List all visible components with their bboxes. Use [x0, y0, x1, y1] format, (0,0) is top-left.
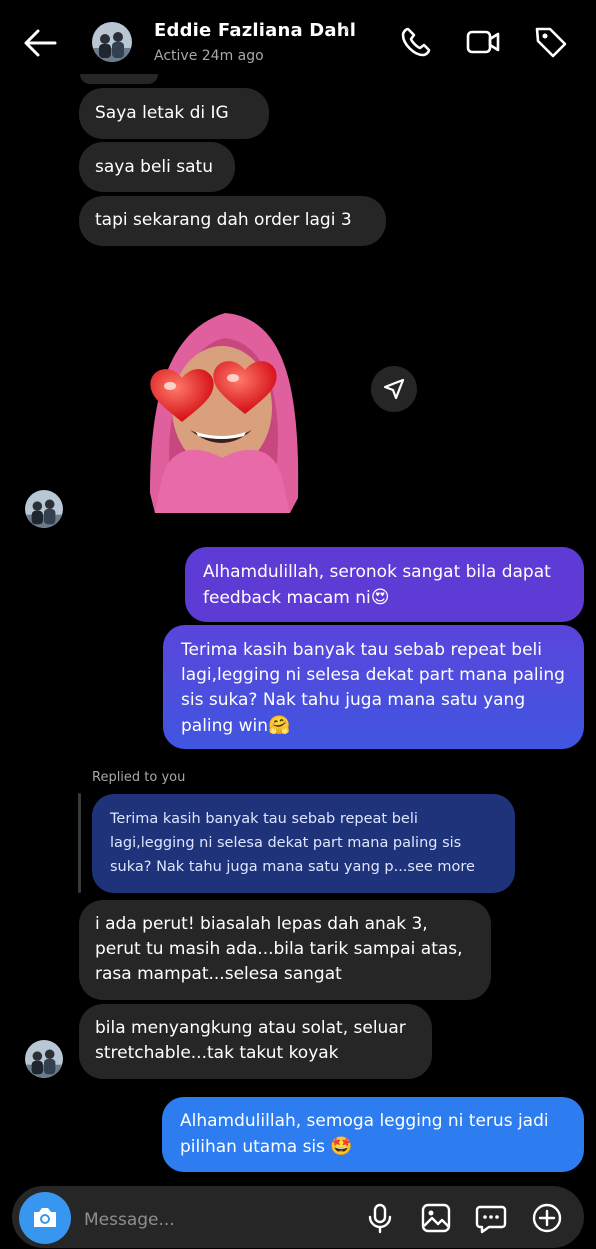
sticker-chat-icon[interactable] — [475, 1202, 507, 1234]
add-icon[interactable] — [531, 1202, 563, 1234]
microphone-icon[interactable] — [364, 1202, 396, 1234]
chevron-right-icon[interactable]: › — [343, 20, 350, 40]
gallery-icon[interactable] — [420, 1202, 452, 1234]
incoming-message[interactable]: bila menyangkung atau solat, seluar stre… — [79, 1004, 432, 1079]
message-text: Terima kasih banyak tau sebab repeat bel… — [181, 640, 565, 736]
outgoing-message[interactable]: Alhamdulillah, seronok sangat bila dapat… — [185, 547, 584, 622]
message-text: i ada perut! biasalah lepas dah anak 3, … — [95, 914, 463, 984]
video-camera-icon[interactable] — [465, 24, 501, 60]
reply-indicator-bar — [78, 793, 81, 893]
paper-plane-icon — [383, 378, 405, 400]
tag-icon[interactable] — [533, 24, 569, 60]
quoted-message[interactable]: Terima kasih banyak tau sebab repeat bel… — [92, 794, 515, 893]
quoted-text: Terima kasih banyak tau sebab repeat bel… — [110, 811, 475, 875]
heart-eyes-emoji: 😍 — [370, 587, 390, 608]
chat-header: Eddie Fazliana Dahl › Active 24m ago — [0, 0, 596, 84]
active-status: Active 24m ago — [154, 48, 264, 64]
outgoing-message[interactable]: Terima kasih banyak tau sebab repeat bel… — [163, 625, 584, 749]
memoji-sticker[interactable] — [140, 308, 305, 513]
back-arrow-icon[interactable] — [22, 26, 58, 60]
outgoing-message[interactable]: Alhamdulillah, semoga legging ni terus j… — [162, 1097, 584, 1172]
contact-name[interactable]: Eddie Fazliana Dahl — [154, 20, 356, 41]
incoming-message[interactable]: saya beli satu — [79, 142, 235, 192]
sender-avatar[interactable] — [25, 1040, 63, 1078]
phone-icon[interactable] — [398, 24, 434, 60]
contact-avatar[interactable] — [92, 22, 132, 62]
message-text: saya beli satu — [95, 157, 213, 177]
message-text: tapi sekarang dah order lagi 3 — [95, 210, 352, 230]
camera-button[interactable] — [19, 1192, 71, 1244]
replied-label: Replied to you — [92, 770, 186, 785]
message-input[interactable]: Message... — [84, 1210, 175, 1230]
previous-message-edge — [80, 74, 158, 84]
message-text: bila menyangkung atau solat, seluar stre… — [95, 1018, 406, 1063]
hugging-face-emoji: 🤗 — [268, 715, 291, 736]
camera-icon — [34, 1208, 56, 1227]
star-struck-emoji: 🤩 — [330, 1136, 353, 1157]
incoming-message[interactable]: i ada perut! biasalah lepas dah anak 3, … — [79, 900, 491, 1000]
message-text: Alhamdulillah, semoga legging ni terus j… — [180, 1111, 549, 1157]
share-button[interactable] — [371, 366, 417, 412]
message-text: Saya letak di IG — [95, 103, 229, 123]
incoming-message[interactable]: tapi sekarang dah order lagi 3 — [79, 196, 386, 246]
sender-avatar[interactable] — [25, 490, 63, 528]
incoming-message[interactable]: Saya letak di IG — [79, 88, 269, 139]
